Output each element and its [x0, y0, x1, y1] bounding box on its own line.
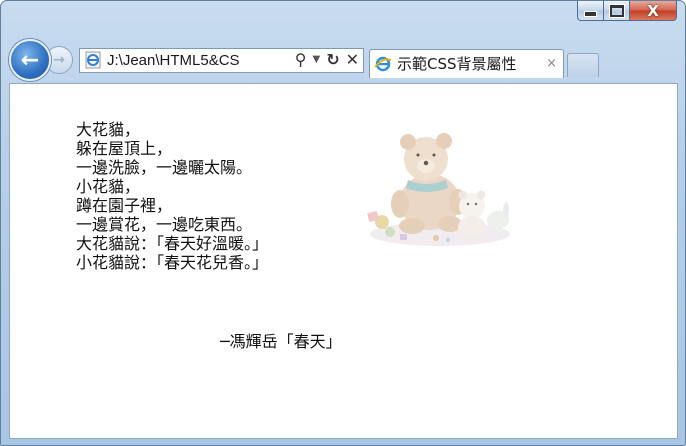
maximize-icon — [609, 4, 624, 17]
close-button[interactable]: X — [630, 1, 677, 21]
poem-text: 大花貓， 躲在屋頂上， 一邊洗臉，一邊曬太陽。 小花貓， 蹲在園子裡， 一邊賞花… — [76, 120, 268, 272]
ie-tab-icon — [373, 54, 393, 74]
back-arrow-icon: ← — [20, 47, 40, 73]
poem-line: 蹲在園子裡， — [76, 196, 173, 215]
tab-active[interactable]: 示範CSS背景屬性 × — [369, 48, 564, 78]
poem-line: 一邊洗臉，一邊曬太陽。 — [76, 158, 253, 177]
tab-title: 示範CSS背景屬性 — [397, 55, 517, 73]
minimize-icon — [584, 11, 597, 17]
chevron-down-icon[interactable]: ▼ — [312, 55, 320, 65]
poem-line: 大花貓說：「春天好溫暖。」 — [76, 234, 269, 253]
ie-page-icon — [83, 50, 103, 70]
poem-line: 小花貓， — [76, 177, 141, 196]
address-bar[interactable]: J:\Jean\HTML5&CS ⚲ ▼ ↻ ✕ — [79, 47, 364, 73]
maximize-button[interactable] — [604, 1, 630, 21]
teddy-bear-background-image — [367, 133, 510, 246]
navigation-bar: ← → J:\Jean\HTML5&CS ⚲ ▼ ↻ ✕ 示範CSS背景屬性 × — [9, 39, 677, 81]
refresh-icon[interactable]: ↻ — [326, 52, 339, 68]
address-text[interactable]: J:\Jean\HTML5&CS — [107, 52, 275, 69]
poem-line: 大花貓， — [76, 120, 141, 139]
back-button[interactable]: ← — [9, 39, 51, 81]
stop-icon[interactable]: ✕ — [346, 52, 359, 68]
poem-signature: ─馮輝岳「春天」 — [220, 332, 342, 351]
close-icon: X — [647, 1, 659, 20]
tab-close-icon[interactable]: × — [540, 56, 563, 71]
forward-arrow-icon: → — [53, 52, 65, 68]
poem-line: 一邊賞花，一邊吃東西。 — [76, 215, 253, 234]
minimize-button[interactable] — [577, 1, 604, 21]
page-content: 大花貓， 躲在屋頂上， 一邊洗臉，一邊曬太陽。 小花貓， 蹲在園子裡， 一邊賞花… — [9, 83, 678, 439]
poem-line: 小花貓說：「春天花兒香。」 — [76, 253, 269, 272]
browser-window: X ← → J:\Jean\HTML5&CS ⚲ ▼ ↻ ✕ 示範CSS背景屬性… — [0, 0, 686, 446]
poem-line: 躲在屋頂上， — [76, 139, 173, 158]
search-icon[interactable]: ⚲ — [295, 52, 307, 68]
caption-buttons: X — [577, 1, 677, 22]
new-tab-button[interactable] — [567, 53, 599, 77]
address-actions: ⚲ ▼ ↻ ✕ — [295, 52, 363, 68]
